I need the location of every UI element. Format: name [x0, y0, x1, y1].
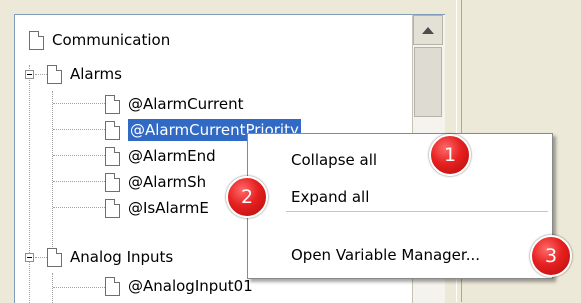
tree-item-label: @AlarmEnd [128, 147, 216, 165]
document-icon [105, 94, 120, 114]
tree-line [53, 103, 105, 104]
tree-item-communication[interactable]: Communication [29, 27, 170, 53]
tree-item-isalarme[interactable]: @IsAlarmE [105, 195, 209, 221]
callout-badge-3: 3 [530, 235, 572, 277]
callout-badge-1: 1 [429, 134, 471, 176]
tree-item-alarmsh[interactable]: @AlarmSh [105, 169, 206, 195]
menu-separator [286, 211, 548, 212]
scroll-thumb[interactable] [414, 47, 442, 117]
tree-item-analog-inputs[interactable]: Analog Inputs [47, 244, 173, 270]
document-icon [47, 64, 62, 84]
menu-item-expand-all[interactable]: Expand all [291, 188, 369, 206]
app-window: Communication Alarms @AlarmCurrent @Alar… [0, 0, 581, 303]
document-icon [47, 247, 62, 267]
tree-item-label: @IsAlarmE [128, 199, 209, 217]
tree-item-alarmcurrent[interactable]: @AlarmCurrent [105, 91, 243, 117]
tree-line [52, 273, 53, 303]
tree-line [52, 91, 53, 251]
tree-line [35, 257, 47, 258]
tree-item-label: @AlarmCurrent [128, 95, 244, 113]
tree-line [53, 287, 105, 288]
arrow-up-icon [422, 26, 434, 34]
context-menu: Collapse all Expand all Open Variable Ma… [247, 133, 553, 279]
callout-badge-2: 2 [226, 176, 268, 218]
tree-line [29, 65, 30, 303]
tree-line [35, 74, 47, 75]
tree-item-label: @AlarmSh [128, 173, 207, 191]
tree-item-label: Analog Inputs [70, 248, 174, 266]
tree-line [53, 155, 105, 156]
tree-item-label: Communication [52, 31, 171, 49]
tree-item-alarmend[interactable]: @AlarmEnd [105, 143, 216, 169]
menu-item-collapse-all[interactable]: Collapse all [291, 151, 377, 169]
document-icon [29, 30, 44, 50]
tree-item-analoginput01[interactable]: @AnalogInput01 [105, 273, 253, 299]
tree-item-alarms[interactable]: Alarms [47, 61, 122, 87]
document-icon [105, 198, 120, 218]
collapse-icon[interactable] [25, 70, 34, 79]
tree-item-label: @AnalogInput01 [128, 277, 253, 295]
collapse-icon[interactable] [25, 253, 34, 262]
document-icon [105, 172, 120, 192]
tree-line [53, 207, 105, 208]
document-icon [105, 120, 120, 140]
menu-item-open-variable-manager[interactable]: Open Variable Manager... [291, 246, 480, 264]
tree-line [53, 181, 105, 182]
document-icon [105, 146, 120, 166]
document-icon [105, 276, 120, 296]
scroll-up-button[interactable] [413, 15, 443, 45]
tree-line [53, 129, 105, 130]
tree-item-label: Alarms [70, 65, 122, 83]
